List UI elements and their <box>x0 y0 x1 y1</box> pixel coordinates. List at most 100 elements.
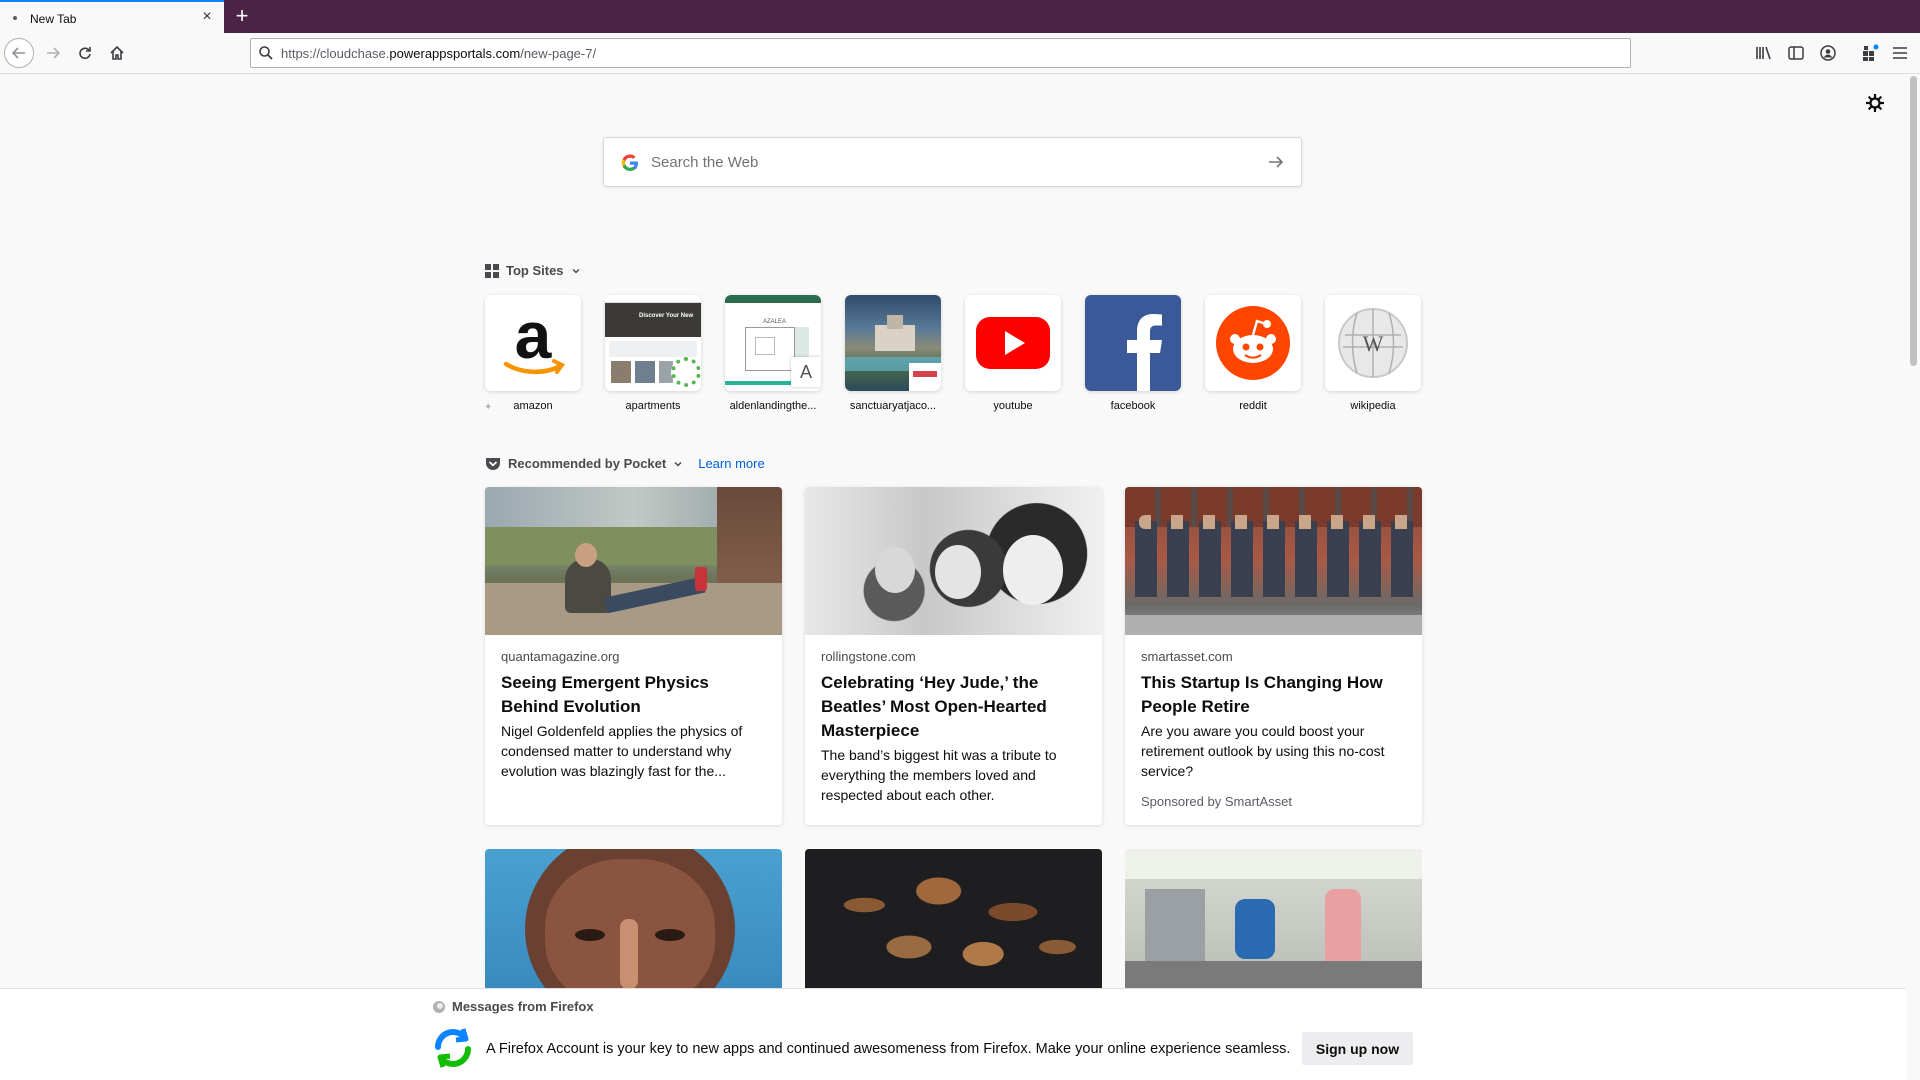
chevron-down-icon[interactable] <box>673 459 683 469</box>
card-source: rollingstone.com <box>821 649 916 664</box>
back-button[interactable] <box>4 38 34 68</box>
forward-button[interactable] <box>38 38 68 68</box>
card-source: smartasset.com <box>1141 649 1233 664</box>
top-site-label: amazon <box>513 400 553 412</box>
card-image <box>805 849 1102 989</box>
home-icon <box>110 45 124 60</box>
top-site-label: facebook <box>1110 400 1156 412</box>
card-image <box>805 487 1102 635</box>
search-go-arrow-icon[interactable] <box>1267 153 1285 171</box>
customize-button[interactable] <box>1864 92 1886 114</box>
messages-text: A Firefox Account is your key to new app… <box>486 1041 1291 1057</box>
pocket-header[interactable]: Recommended by Pocket Learn more <box>485 456 765 471</box>
top-sites-title: Top Sites <box>506 263 564 278</box>
sponsored-label: Sponsored by SmartAsset <box>1141 794 1293 809</box>
top-site-tile[interactable] <box>1085 295 1181 391</box>
card-title[interactable]: This Startup Is Changing How People Reti… <box>1141 671 1406 719</box>
top-site-label: reddit <box>1239 400 1267 412</box>
tab-new-tab[interactable]: New Tab × <box>0 0 224 33</box>
top-site-sanctuaryatjaco[interactable]: sanctuaryatjaco... <box>845 295 941 412</box>
account-icon <box>1820 45 1836 61</box>
library-icon <box>1756 46 1771 60</box>
pocket-card[interactable]: smartasset.com This Startup Is Changing … <box>1125 487 1422 825</box>
card-image <box>1125 849 1422 879</box>
top-site-youtube[interactable]: youtube <box>965 295 1061 412</box>
messages-title: Messages from Firefox <box>452 999 594 1014</box>
address-bar[interactable]: https://cloudchase.powerappsportals.com/… <box>250 38 1631 68</box>
card-description: Nigel Goldenfeld applies the physics of … <box>501 723 743 779</box>
top-site-label: wikipedia <box>1350 400 1396 412</box>
web-search-box[interactable] <box>603 137 1302 187</box>
top-site-reddit[interactable]: reddit <box>1205 295 1301 412</box>
top-site-tile[interactable] <box>1205 295 1301 391</box>
top-site-tile[interactable]: W <box>1325 295 1421 391</box>
sidebars-button[interactable] <box>1784 41 1808 65</box>
wikipedia-icon: W <box>1338 308 1408 378</box>
search-icon <box>259 46 273 60</box>
top-site-label: aldenlandingthe... <box>729 400 817 412</box>
reddit-icon <box>1216 306 1290 380</box>
extensions-icon <box>1863 44 1879 61</box>
card-title[interactable]: Celebrating ‘Hey Jude,’ the Beatles’ Mos… <box>821 671 1086 743</box>
new-tab-button[interactable]: + <box>230 3 254 29</box>
tab-title: New Tab <box>30 12 77 26</box>
pocket-card[interactable] <box>805 849 1102 989</box>
firefox-logo-icon <box>433 1000 445 1013</box>
library-button[interactable] <box>1752 41 1776 65</box>
app-menu-button[interactable] <box>1888 41 1912 65</box>
chevron-down-icon[interactable] <box>571 266 581 276</box>
sign-up-button[interactable]: Sign up now <box>1302 1032 1413 1065</box>
top-site-facebook[interactable]: facebook <box>1085 295 1181 412</box>
top-site-aldenlanding[interactable]: AZALEA A aldenlandingthe... <box>725 295 821 412</box>
pocket-card[interactable]: quantamagazine.org Seeing Emergent Physi… <box>485 487 782 825</box>
top-site-label: youtube <box>993 400 1033 412</box>
tab-close-button[interactable]: × <box>198 8 216 26</box>
sync-icon <box>435 1028 471 1068</box>
hamburger-menu-icon <box>1893 47 1907 59</box>
account-button[interactable] <box>1816 41 1840 65</box>
top-site-tile[interactable] <box>845 295 941 391</box>
pocket-icon <box>486 457 500 470</box>
card-source: quantamagazine.org <box>501 649 620 664</box>
top-site-wikipedia[interactable]: W wikipedia <box>1325 295 1421 412</box>
pocket-card[interactable]: rollingstone.com Celebrating ‘Hey Jude,’… <box>805 487 1102 825</box>
scrollbar-thumb[interactable] <box>1910 76 1917 366</box>
top-site-tile[interactable] <box>965 295 1061 391</box>
pocket-card[interactable] <box>485 849 782 989</box>
sidebar-icon <box>1788 46 1804 60</box>
top-site-apartments[interactable]: Discover Your New apartments <box>605 295 701 412</box>
svg-text:W: W <box>1363 331 1384 356</box>
thumbnail-heading: AZALEA <box>763 319 787 325</box>
top-sites-header[interactable]: Top Sites <box>485 263 581 278</box>
pocket-card[interactable] <box>1125 849 1422 989</box>
thumbnail-heading: Discover Your New <box>639 313 694 319</box>
top-site-tile[interactable]: AZALEA A <box>725 295 821 391</box>
navigation-toolbar: https://cloudchase.powerappsportals.com/… <box>0 33 1920 74</box>
top-site-label: sanctuaryatjaco... <box>849 400 937 412</box>
card-image <box>1125 487 1422 635</box>
gear-icon <box>1866 94 1884 112</box>
top-site-tile[interactable]: a <box>485 295 581 391</box>
top-site-label: apartments <box>625 400 681 412</box>
letter-badge: A <box>791 357 821 387</box>
card-description: The band’s biggest hit was a tribute to … <box>821 747 1057 803</box>
learn-more-link[interactable]: Learn more <box>698 456 764 471</box>
pocket-title: Recommended by Pocket <box>508 456 667 471</box>
search-input[interactable] <box>651 150 1211 174</box>
site-screenshot: AZALEA A <box>725 295 821 391</box>
forward-arrow-icon <box>47 47 61 59</box>
page-scrollbar[interactable] <box>1906 74 1920 1080</box>
top-site-tile[interactable]: Discover Your New <box>605 295 701 391</box>
google-icon <box>621 154 638 171</box>
home-button[interactable] <box>102 38 132 68</box>
amazon-icon: a <box>503 300 565 374</box>
site-screenshot <box>845 295 941 391</box>
svg-text:a: a <box>515 300 553 372</box>
extensions-button[interactable] <box>1858 41 1882 65</box>
top-site-amazon[interactable]: a ✦ amazon <box>484 295 581 413</box>
facebook-icon <box>1127 314 1162 391</box>
reload-icon <box>79 47 91 60</box>
url-text[interactable]: https://cloudchase.powerappsportals.com/… <box>281 46 596 61</box>
reload-button[interactable] <box>70 38 100 68</box>
card-title[interactable]: Seeing Emergent Physics Behind Evolution <box>501 671 766 719</box>
